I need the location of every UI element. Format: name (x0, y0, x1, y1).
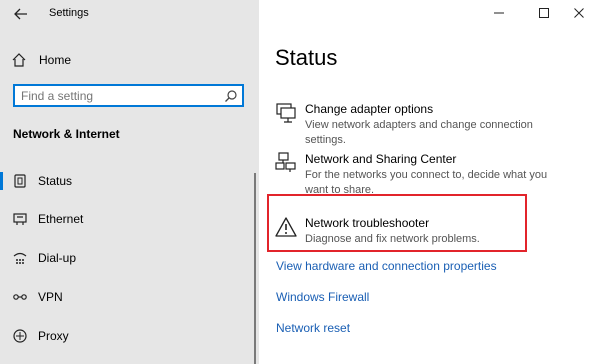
main-pane: Status Change adapter options View netwo… (259, 0, 600, 364)
entry-description: Diagnose and fix network problems. (305, 233, 480, 245)
close-button[interactable] (559, 0, 599, 26)
dialup-icon (13, 252, 27, 264)
sidebar-item-status[interactable]: Status (0, 167, 259, 195)
sidebar-item-label: Dial-up (38, 251, 77, 265)
active-indicator (0, 172, 3, 190)
entry-title: Network troubleshooter (305, 216, 430, 230)
back-arrow-icon (14, 8, 27, 20)
change-adapter-options[interactable]: Change adapter options View network adap… (275, 102, 585, 146)
sidebar-item-label: Ethernet (38, 212, 84, 226)
maximize-icon (539, 8, 549, 18)
sidebar-scrollbar[interactable] (254, 173, 256, 364)
entry-title: Network and Sharing Center (305, 152, 457, 166)
ethernet-icon (13, 213, 27, 225)
back-button[interactable] (10, 4, 32, 24)
sidebar-item-vpn[interactable]: VPN (0, 283, 259, 311)
proxy-icon (13, 329, 27, 343)
section-title: Network & Internet (13, 127, 120, 141)
entry-title: Change adapter options (305, 102, 434, 116)
warning-icon (275, 217, 297, 237)
sidebar-item-proxy[interactable]: Proxy (0, 322, 259, 350)
sharing-center-icon (275, 152, 296, 172)
app-title: Settings (49, 7, 89, 19)
view-hardware-link[interactable]: View hardware and connection properties (276, 259, 497, 273)
sidebar-item-label: Status (38, 174, 73, 188)
network-sharing-center[interactable]: Network and Sharing Center For the netwo… (275, 152, 585, 196)
search-icon[interactable] (224, 89, 238, 103)
sidebar-item-dialup[interactable]: Dial-up (0, 244, 259, 272)
windows-firewall-link[interactable]: Windows Firewall (276, 290, 369, 304)
sidebar-item-label: VPN (38, 290, 63, 304)
home-nav-item[interactable]: Home (11, 50, 211, 70)
vpn-icon (13, 294, 27, 300)
sidebar-item-label: Proxy (38, 329, 69, 343)
page-title: Status (275, 45, 338, 70)
sidebar-item-ethernet[interactable]: Ethernet (0, 205, 259, 233)
network-reset-link[interactable]: Network reset (276, 321, 350, 335)
entry-description: View network adapters and change connect… (305, 119, 533, 146)
minimize-button[interactable] (479, 0, 519, 26)
network-troubleshooter[interactable]: Network troubleshooter Diagnose and fix … (275, 216, 585, 250)
search-box[interactable] (13, 84, 244, 107)
status-icon (14, 174, 26, 188)
adapter-icon (276, 103, 296, 123)
minimize-icon (494, 12, 504, 14)
search-input[interactable] (21, 89, 211, 103)
sidebar: Settings Home Network & Internet Status … (0, 0, 259, 364)
home-label: Home (39, 53, 72, 67)
home-icon (12, 53, 26, 67)
close-icon (574, 8, 584, 18)
maximize-button[interactable] (524, 0, 564, 26)
